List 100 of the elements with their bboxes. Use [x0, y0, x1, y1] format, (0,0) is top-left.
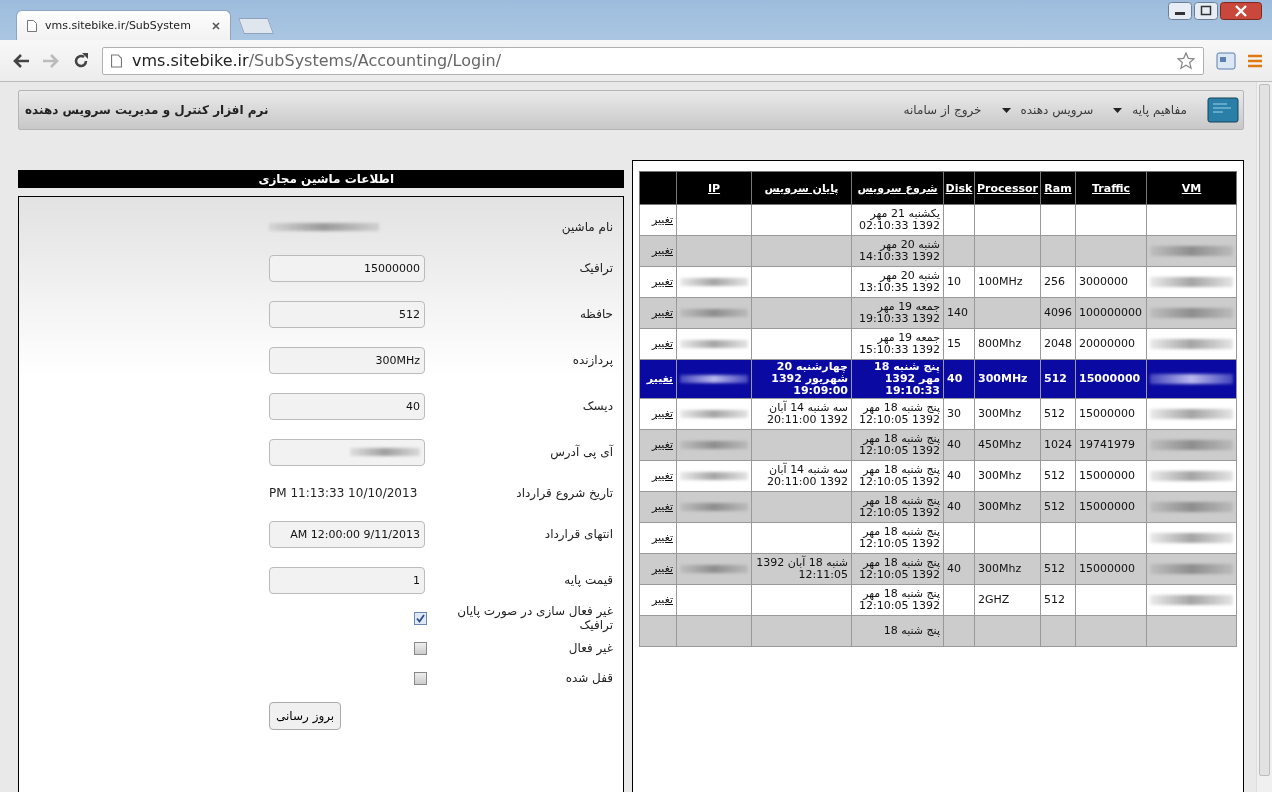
input-field[interactable]: 40: [269, 392, 425, 420]
table-cell: 256: [1044, 276, 1065, 288]
table-cell: 30: [947, 408, 961, 420]
field-label: ترافیک: [578, 261, 614, 275]
table-cell: 15000000: [1079, 408, 1135, 420]
column-header[interactable]: VM: [1181, 181, 1202, 195]
table-cell: 15: [947, 338, 961, 350]
table-cell: 2048: [1044, 338, 1072, 350]
field-label: انتهای قرارداد: [543, 527, 614, 541]
back-icon[interactable]: [12, 52, 30, 69]
maximize-icon[interactable]: [1194, 2, 1218, 20]
field-label: نام ماشین: [560, 220, 614, 234]
table-cell: 300Mhz: [978, 501, 1022, 513]
table-cell: 40: [947, 439, 961, 451]
table-cell: 20000000: [1079, 338, 1135, 350]
table-cell: پنج شنبه 18 مهر 1392 12:10:05: [859, 463, 940, 488]
table-cell: شنبه 20 مهر 1392 14:10:33: [859, 238, 940, 263]
app-title: نرم افزار کنترل و مدیریت سرویس دهنده: [24, 103, 269, 117]
star-icon[interactable]: [1177, 51, 1195, 70]
table-cell: شنبه 18 آبان 1392 12:11:05: [756, 556, 848, 581]
table-cell: 2GHZ: [978, 594, 1010, 606]
table-cell: جمعه 19 مهر 1392 15:10:33: [859, 331, 940, 356]
table-cell: سه شنبه 14 آبان 1392 20:11:00: [767, 463, 848, 488]
menu-item[interactable]: خروج از سامانه: [903, 103, 982, 117]
extension-icon[interactable]: [1216, 51, 1236, 70]
browser-tab[interactable]: vms.sitebike.ir/SubSystem: [16, 10, 231, 40]
table-cell: 40: [947, 373, 963, 385]
address-bar[interactable]: vms.sitebike.ir/SubSystems/Accounting/Login/: [102, 46, 1204, 75]
input-field[interactable]: 300MHz: [269, 346, 425, 374]
table-cell: پنج شنبه 18 مهر 1392 12:10:05: [859, 494, 940, 519]
menu-icon[interactable]: [1248, 53, 1262, 68]
checkbox[interactable]: [414, 641, 427, 655]
table-cell: 512: [1044, 594, 1065, 606]
field-label: پردازنده: [571, 353, 614, 367]
table-cell: 4096: [1044, 307, 1072, 319]
table-cell: 15000000: [1079, 563, 1135, 575]
checkbox[interactable]: [414, 671, 427, 685]
monitor-icon: [1207, 97, 1239, 123]
table-cell: 40: [947, 501, 961, 513]
table-cell: 800Mhz: [978, 338, 1022, 350]
close-icon[interactable]: [212, 21, 220, 30]
field-value: PM 11:13:33 10/10/2013: [269, 486, 418, 500]
menu-item[interactable]: مفاهیم پایه: [1113, 103, 1187, 117]
minimize-icon[interactable]: [1168, 2, 1192, 20]
table-cell: 300Mhz: [978, 408, 1022, 420]
table-cell: 40: [947, 563, 961, 575]
scrollbar[interactable]: [1256, 82, 1272, 792]
table-cell: 512: [1044, 408, 1065, 420]
table-cell: شنبه 20 مهر 1392 13:10:35: [859, 269, 940, 294]
field-label: دیسک: [581, 399, 614, 413]
table-cell: 19741979: [1079, 439, 1135, 451]
table-cell: 15000000: [1079, 373, 1141, 385]
new-tab-button[interactable]: [238, 18, 274, 34]
input-field[interactable]: [269, 438, 425, 466]
table-cell: 512: [1044, 501, 1065, 513]
table-cell: 1024: [1044, 439, 1072, 451]
table-cell: سه شنبه 14 آبان 1392 20:11:00: [767, 401, 848, 426]
table-cell: پنج شنبه 18 مهر 1392 12:10:05: [859, 587, 940, 612]
table-cell: 512: [1044, 373, 1067, 385]
close-icon[interactable]: [1220, 2, 1262, 20]
table-cell: 40: [947, 470, 961, 482]
table-cell: پنج شنبه 18: [883, 624, 940, 637]
table-cell: 140: [947, 307, 968, 319]
table-cell: 512: [1044, 470, 1065, 482]
table-cell: 300Mhz: [978, 563, 1022, 575]
table-cell: 10: [947, 276, 961, 288]
input-field[interactable]: 512: [269, 300, 425, 328]
table-cell: 100MHz: [978, 276, 1023, 288]
input-field[interactable]: 15000000: [269, 254, 425, 282]
input-field[interactable]: 1: [269, 566, 425, 594]
update-button[interactable]: بروز رسانی: [269, 702, 342, 730]
page-icon: [27, 19, 37, 32]
field-label: قیمت پایه: [563, 573, 614, 587]
table-cell: 100000000: [1079, 307, 1142, 319]
field-label: حافظه: [578, 307, 614, 321]
reload-icon[interactable]: [72, 51, 90, 70]
table-cell: 15000000: [1079, 470, 1135, 482]
table-cell: چهارشنبه 20 شهریور 1392 19:09:00: [771, 360, 848, 397]
table-cell: پنج شنبه 18 مهر 1392 12:10:05: [859, 556, 940, 581]
table-cell: 3000000: [1079, 276, 1128, 288]
table-cell: 450Mhz: [978, 439, 1022, 451]
table-cell: پنج شنبه 18 مهر 1392 12:10:05: [859, 525, 940, 550]
field-label: قفل شده: [564, 671, 614, 685]
panel-title: اطلاعات ماشین مجازی: [18, 170, 624, 188]
field-label: غیر فعال: [567, 641, 614, 655]
table-cell: 512: [1044, 563, 1065, 575]
page-icon: [111, 53, 122, 68]
field-label: غیر فعال سازی در صورت پایان ترافیک: [456, 604, 614, 632]
checkbox[interactable]: [414, 611, 427, 625]
table-cell: 300Mhz: [978, 470, 1022, 482]
table-cell: یکشنبه 21 مهر 1392 02:10:33: [859, 207, 940, 232]
field-label: تاریخ شروع قرارداد: [515, 486, 614, 500]
table-cell: جمعه 19 مهر 1392 19:10:33: [859, 300, 940, 325]
input-field[interactable]: AM 12:00:00 9/11/2013: [269, 520, 425, 548]
menu-item[interactable]: سرویس دهنده: [1001, 103, 1094, 117]
column-header[interactable]: IP: [707, 181, 721, 195]
table-cell: 15000000: [1079, 501, 1135, 513]
table-cell: پنج شنبه 18 مهر 1392 12:10:05: [859, 432, 940, 457]
table-cell: پنج شنبه 18 مهر 1392 19:10:33: [874, 360, 940, 397]
table-cell: پنج شنبه 18 مهر 1392 12:10:05: [859, 401, 940, 426]
